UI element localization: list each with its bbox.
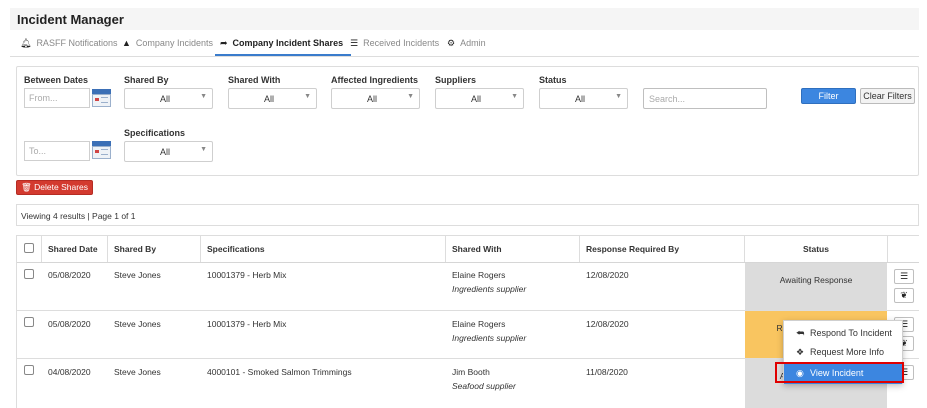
shared-with-select[interactable]: All ▼ <box>228 88 317 109</box>
column-header-status[interactable]: Status <box>803 244 829 254</box>
menu-item-respond-to-incident[interactable]: ⮪ Respond To Incident <box>784 324 902 342</box>
column-header-shared-date[interactable]: Shared Date <box>48 244 98 254</box>
tab-label: RASFF Notifications <box>36 38 118 48</box>
shared-by-select[interactable]: All ▼ <box>124 88 213 109</box>
reply-icon: ⮪ <box>796 328 805 338</box>
shared-with-role: Ingredients supplier <box>452 333 527 343</box>
shared-by: Steve Jones <box>114 319 161 329</box>
specifications-label: Specifications <box>124 128 186 138</box>
between-dates-label: Between Dates <box>24 75 89 85</box>
status-cell: Awaiting Response <box>745 263 887 310</box>
status-select[interactable]: All ▼ <box>539 88 628 109</box>
app-header: Incident Manager <box>10 8 919 30</box>
delete-shares-button[interactable]: 🗑︎ Delete Shares <box>16 180 93 195</box>
tab-received-incidents[interactable]: ☰ Received Incidents <box>350 38 439 49</box>
row-checkbox[interactable] <box>24 317 34 327</box>
tab-rasff-notifications[interactable]: 🔔︎ RASFF Notifications <box>20 38 117 49</box>
leaf-icon: ❦ <box>900 290 908 300</box>
suppliers-label: Suppliers <box>435 75 477 85</box>
tab-company-incident-shares[interactable]: ➦ Company Incident Shares <box>220 38 343 49</box>
chevron-down-icon: ▼ <box>200 146 207 153</box>
warning-icon: ▲ <box>122 38 131 48</box>
row-checkbox[interactable] <box>24 269 34 279</box>
tab-company-incidents[interactable]: ▲ Company Incidents <box>122 38 213 48</box>
chevron-down-icon: ▼ <box>511 93 518 100</box>
specification: 10001379 - Herb Mix <box>207 319 287 329</box>
row-edit-button[interactable]: ❦ <box>894 288 914 303</box>
shared-by: Steve Jones <box>114 367 161 377</box>
column-header-shared-with[interactable]: Shared With <box>452 244 502 254</box>
tab-label: Admin <box>460 38 486 48</box>
from-date-input[interactable]: From... <box>24 88 90 108</box>
active-tab-indicator <box>215 54 351 56</box>
row-menu-button[interactable]: ☰ <box>894 269 914 284</box>
menu-item-label: Request More Info <box>810 347 885 357</box>
share-icon: ➦ <box>220 38 228 48</box>
list-icon: ☰ <box>899 271 909 281</box>
tab-label: Company Incidents <box>135 38 213 48</box>
list-icon: ☰ <box>350 38 359 48</box>
trash-icon: 🗑︎ <box>21 182 32 192</box>
results-summary: Viewing 4 results | Page 1 of 1 <box>21 211 136 221</box>
shared-date: 05/08/2020 <box>48 319 91 329</box>
chevron-down-icon: ▼ <box>304 93 311 100</box>
select-value: All <box>470 94 481 104</box>
select-value: All <box>159 147 170 157</box>
tab-label: Received Incidents <box>363 38 440 48</box>
shared-with: Elaine Rogers <box>452 270 506 280</box>
chevron-down-icon: ▼ <box>407 93 414 100</box>
status-label: Status <box>539 75 567 85</box>
suppliers-select[interactable]: All ▼ <box>435 88 524 109</box>
tab-label: Company Incident Shares <box>232 38 344 48</box>
select-value: All <box>159 94 170 104</box>
gear-icon: ⚙ <box>447 38 456 48</box>
column-header-specifications[interactable]: Specifications <box>207 244 265 254</box>
column-header-response-required-by[interactable]: Response Required By <box>586 244 679 254</box>
clear-filters-button[interactable]: Clear Filters <box>860 88 915 104</box>
search-input[interactable]: Search... <box>643 88 767 109</box>
status-badge: Awaiting Response <box>779 275 853 285</box>
shared-date: 04/08/2020 <box>48 367 91 377</box>
response-required-by: 12/08/2020 <box>586 319 629 329</box>
menu-item-label: Respond To Incident <box>810 328 892 338</box>
page-title: Incident Manager <box>17 12 124 27</box>
shared-with-role: Seafood supplier <box>452 381 516 391</box>
highlight-box <box>775 362 904 383</box>
shared-by-label: Shared By <box>124 75 169 85</box>
response-required-by: 11/08/2020 <box>586 367 628 377</box>
tab-bar: 🔔︎ RASFF Notifications ▲ Company Incidents… <box>10 30 919 57</box>
delete-shares-label: Delete Shares <box>34 182 89 192</box>
shared-with: Jim Booth <box>452 367 490 377</box>
bell-icon: 🔔︎ <box>20 38 32 48</box>
select-all-checkbox[interactable] <box>24 243 34 253</box>
specification: 4000101 - Smoked Salmon Trimmings <box>207 367 352 377</box>
shared-with-label: Shared With <box>228 75 281 85</box>
menu-item-request-more-info[interactable]: ❖ Request More Info <box>784 343 902 361</box>
affected-ingredients-select[interactable]: All ▼ <box>331 88 420 109</box>
shared-date: 05/08/2020 <box>48 270 91 280</box>
select-value: All <box>574 94 585 104</box>
specifications-select[interactable]: All ▼ <box>124 141 213 162</box>
specification: 10001379 - Herb Mix <box>207 270 287 280</box>
chevron-down-icon: ▼ <box>200 93 207 100</box>
select-value: All <box>263 94 274 104</box>
response-required-by: 12/08/2020 <box>586 270 629 280</box>
affected-ingredients-label: Affected Ingredients <box>331 75 419 85</box>
tab-admin[interactable]: ⚙ Admin <box>447 38 486 49</box>
shared-with: Elaine Rogers <box>452 319 506 329</box>
results-summary-bar: Viewing 4 results | Page 1 of 1 <box>16 204 919 226</box>
info-icon: ❖ <box>796 347 805 357</box>
column-header-shared-by[interactable]: Shared By <box>114 244 156 254</box>
calendar-icon[interactable] <box>92 89 111 107</box>
to-date-input[interactable]: To... <box>24 141 90 161</box>
row-checkbox[interactable] <box>24 365 34 375</box>
shared-with-role: Ingredients supplier <box>452 284 527 294</box>
filter-button[interactable]: Filter <box>801 88 856 104</box>
shared-by: Steve Jones <box>114 270 161 280</box>
select-value: All <box>366 94 377 104</box>
chevron-down-icon: ▼ <box>615 93 622 100</box>
calendar-icon[interactable] <box>92 141 111 159</box>
